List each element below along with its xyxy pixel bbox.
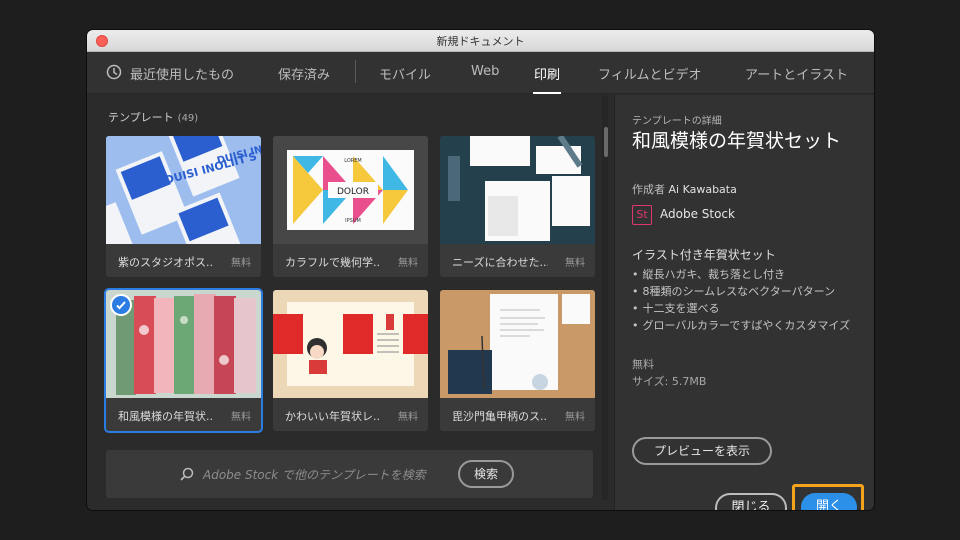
search-icon: [180, 467, 194, 481]
details-subtitle: イラスト付き年賀状セット: [632, 248, 776, 262]
template-price: 無料: [231, 258, 251, 269]
details-price: 無料: [632, 358, 654, 371]
template-price: 無料: [398, 258, 418, 269]
feature-item: 8種類のシームレスなベクターパターン: [632, 283, 862, 300]
open-button[interactable]: 開く: [801, 493, 857, 510]
author-prefix: 作成者: [632, 183, 665, 196]
thumb-text: IPSUM: [345, 218, 361, 224]
thumb-text: DOLOR: [337, 187, 369, 197]
window-title: 新規ドキュメント: [436, 35, 525, 48]
template-name: ニーズに合わせた...: [452, 256, 548, 269]
template-card[interactable]: ニーズに合わせた... 無料: [440, 136, 595, 277]
template-thumbnail: [440, 290, 595, 398]
details-label: テンプレートの詳細: [632, 116, 722, 127]
tab-mobile[interactable]: モバイル: [379, 64, 431, 83]
details-title: 和風模様の年賀状セット: [632, 130, 842, 152]
tab-print[interactable]: 印刷: [532, 64, 562, 94]
stock-label: Adobe Stock: [660, 207, 735, 221]
preview-button[interactable]: プレビューを表示: [632, 437, 772, 465]
template-name: 和風模様の年賀状...: [118, 410, 214, 423]
new-document-dialog: 新規ドキュメント 最近使用したもの 保存済み モバイル Web 印刷 フィルムと…: [87, 30, 874, 510]
feature-item: 十二支を選べる: [632, 300, 862, 317]
tab-divider: [355, 60, 356, 83]
details-author: 作成者 Ai Kawabata: [632, 181, 737, 197]
template-name: 紫のスタジオポス...: [118, 256, 214, 269]
template-card[interactable]: 毘沙門亀甲柄のス... 無料: [440, 290, 595, 431]
template-card[interactable]: DUISI INOLIIT'S GRIS DUISI INOLIIT'S GRI…: [106, 136, 261, 277]
thumb-text: LOREM: [344, 158, 362, 164]
poster-artwork: DUISI INOLIIT'S GRIS DUISI INOLIIT'S GRI…: [106, 136, 261, 244]
letterhead-artwork: [440, 290, 595, 398]
template-name: 毘沙門亀甲柄のス...: [452, 410, 548, 423]
template-details-panel: テンプレートの詳細 和風模様の年賀状セット 作成者 Ai Kawabata St…: [614, 95, 874, 510]
feature-item: 縦長ハガキ、裁ち落とし付き: [632, 266, 862, 283]
details-features: 縦長ハガキ、裁ち落とし付き 8種類のシームレスなベクターパターン 十二支を選べる…: [632, 266, 862, 334]
template-price: 無料: [565, 258, 585, 269]
template-card[interactable]: LOREM DOLOR IPSUM カラフルで幾何学... 無料: [273, 136, 428, 277]
template-thumbnail: DUISI INOLIIT'S GRIS DUISI INOLIIT'S GRI…: [106, 136, 261, 244]
template-thumbnail: [440, 136, 595, 244]
template-thumbnail: [273, 290, 428, 398]
templates-count: (49): [177, 113, 199, 124]
title-bar: 新規ドキュメント: [87, 30, 874, 52]
template-thumbnail: LOREM DOLOR IPSUM: [273, 136, 428, 244]
adobe-stock-icon: St: [632, 205, 652, 225]
author-name: Ai Kawabata: [668, 183, 737, 196]
template-card-selected[interactable]: 和風模様の年賀状... 無料: [104, 288, 263, 433]
templates-heading-label: テンプレート: [108, 111, 174, 124]
template-price: 無料: [565, 412, 585, 423]
category-tab-bar: 最近使用したもの 保存済み モバイル Web 印刷 フィルムとビデオ アートとイ…: [87, 52, 874, 94]
template-price: 無料: [398, 412, 418, 423]
tab-recent[interactable]: 最近使用したもの: [130, 64, 234, 83]
checkmark-icon: [110, 294, 132, 316]
stationery-artwork: [440, 136, 595, 244]
templates-heading: テンプレート (49): [108, 109, 198, 125]
clock-icon: [106, 64, 122, 80]
tab-film-video[interactable]: フィルムとビデオ: [598, 64, 701, 83]
template-name: かわいい年賀状レ...: [285, 410, 381, 423]
tab-saved[interactable]: 保存済み: [278, 64, 330, 83]
tab-web[interactable]: Web: [471, 64, 499, 79]
search-button[interactable]: 検索: [458, 460, 514, 488]
template-name: カラフルで幾何学...: [285, 256, 381, 269]
open-button-highlight: 開く: [792, 484, 864, 510]
stock-search-bar: Adobe Stock で他のテンプレートを検索 検索: [106, 450, 593, 498]
close-button[interactable]: 閉じる: [715, 493, 787, 510]
feature-item: グローバルカラーですばやくカスタマイズ: [632, 317, 862, 334]
details-size: サイズ: 5.7MB: [632, 375, 707, 388]
geometric-artwork: LOREM DOLOR IPSUM: [273, 136, 428, 244]
template-card[interactable]: かわいい年賀状レ... 無料: [273, 290, 428, 431]
templates-panel: テンプレート (49) DUISI INOLIIT'S GRIS DUISI I…: [87, 95, 613, 510]
tab-art-illustration[interactable]: アートとイラスト: [745, 64, 848, 83]
templates-scrollbar-thumb[interactable]: [604, 127, 608, 157]
stock-search-input[interactable]: Adobe Stock で他のテンプレートを検索: [203, 466, 426, 483]
new-year-card-artwork: [273, 290, 428, 398]
template-price: 無料: [231, 412, 251, 423]
